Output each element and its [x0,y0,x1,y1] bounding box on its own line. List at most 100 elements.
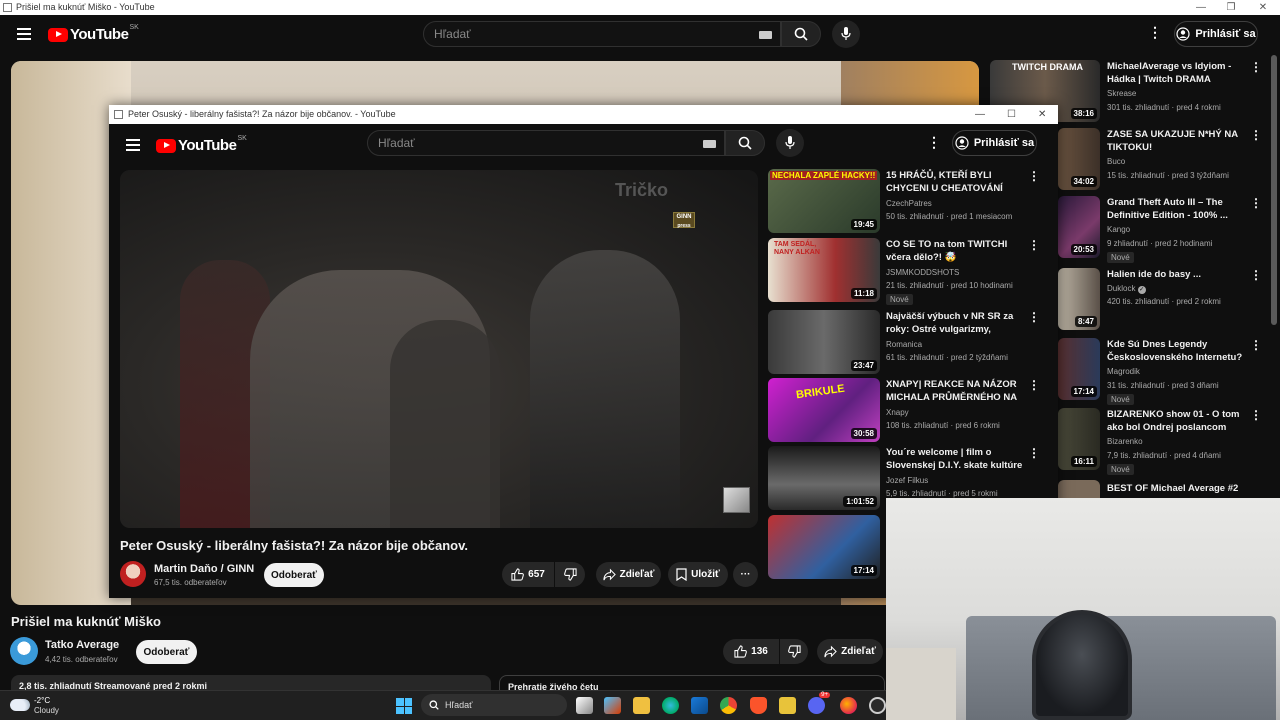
outer-rec-item[interactable]: 34:02 ZASE SA UKAZUJE N*HÝ NA TIKTOKU! B… [1058,128,1262,190]
inner-channel-name[interactable]: Martin Daňo / GINN [154,563,254,575]
outer-rec-item[interactable]: BEST OF Michael Average #2 [1058,480,1260,498]
firefox-icon[interactable] [840,697,857,714]
rec-channel[interactable]: Duklock ✓ [1107,284,1146,294]
video-thumbnail[interactable] [1058,480,1100,498]
more-options-icon[interactable]: ⋮ [1250,60,1262,74]
minimize-icon[interactable]: — [975,105,985,124]
inner-video-player[interactable]: Tričko GINN press [120,170,758,528]
video-thumbnail[interactable]: NECHALA ZAPLÉ HACKY!! 19:45 [768,169,880,233]
live-chat-replay[interactable]: Prehratie živého četu [499,675,885,690]
rec-channel[interactable]: Bizarenko [1107,437,1143,446]
video-thumbnail[interactable]: 17:14 [768,515,880,579]
outer-like-button[interactable]: 136 [723,639,779,664]
cloud-icon[interactable] [10,699,30,711]
obs-icon[interactable] [869,697,886,714]
rec-title[interactable]: XNAPY| REAKCE NA NÁZOR MICHALA PRŮMĚRNÉH… [886,378,1026,405]
video-thumbnail[interactable]: 17:14 [1058,338,1100,400]
rec-channel[interactable]: Skrease [1107,89,1136,98]
brave-icon[interactable] [750,697,767,714]
task-view-icon[interactable] [576,697,593,714]
rec-title[interactable]: ZASE SA UKAZUJE N*HÝ NA TIKTOKU! [1107,128,1247,155]
windows-start-icon[interactable] [396,698,412,714]
inner-more-actions-button[interactable]: ··· [733,562,758,587]
outer-rec-item[interactable]: 16:11 BIZARENKO show 01 - O tom ako bol … [1058,408,1262,476]
channel-avatar[interactable] [10,637,38,665]
maximize-icon[interactable]: ☐ [1007,105,1016,124]
video-thumbnail[interactable]: 20:53 [1058,196,1100,258]
outer-subscribe-button[interactable]: Odoberať [136,640,197,664]
more-options-icon[interactable]: ⋮ [1250,268,1262,282]
outer-search-button[interactable] [781,21,821,47]
inner-subscribe-button[interactable]: Odoberať [264,563,324,587]
video-thumbnail[interactable]: 23:47 [768,310,880,374]
more-options-icon[interactable]: ⋮ [1250,338,1262,352]
more-options-icon[interactable]: ⋮ [1028,446,1040,460]
inner-search-input[interactable]: Hľadať [367,130,725,156]
rec-channel[interactable]: Kango [1107,225,1130,234]
inner-rec-item[interactable]: BRIKULE 30:58 XNAPY| REAKCE NA NÁZOR MIC… [768,378,1048,442]
inner-signin-button[interactable]: Prihlásiť sa [952,130,1037,156]
weather-desc[interactable]: Cloudy [34,706,59,715]
menu-icon[interactable] [126,136,140,154]
outer-rec-item[interactable]: 17:14 Kde Sú Dnes Legendy Československé… [1058,338,1262,405]
more-options-icon[interactable]: ⋮ [1250,196,1262,210]
keyboard-icon[interactable] [703,140,716,148]
inner-save-button[interactable]: Uložiť [668,562,728,587]
outer-search-input[interactable]: Hľadať [423,21,781,47]
menu-icon[interactable] [17,25,31,43]
outer-scrollbar[interactable] [1271,55,1277,325]
close-icon[interactable]: ✕ [1248,0,1278,15]
video-thumbnail[interactable]: 1:01:52 [768,446,880,510]
inner-rec-item[interactable]: TAM SEDÁL, NANY ALKAN 11:18 CO SE TO na … [768,238,1048,306]
more-options-icon[interactable]: ⋮ [1028,238,1040,252]
rec-channel[interactable]: Magrodik [1107,367,1140,376]
rec-title[interactable]: Najväčší výbuch v NR SR za roky: Ostré v… [886,310,1026,337]
more-options-icon[interactable]: ⋮ [1028,378,1040,392]
rec-channel[interactable]: Jozef Filkus [886,476,928,485]
rec-title[interactable]: 15 HRÁČŮ, KTEŘÍ BYLI CHYCENI U CHEATOVÁN… [886,169,1026,196]
inner-rec-item[interactable]: 23:47 Najväčší výbuch v NR SR za roky: O… [768,310,1048,374]
more-options-icon[interactable]: ⋮ [1148,24,1162,41]
outer-description-box[interactable]: 2,8 tis. zhliadnutí Streamované pred 2 r… [11,675,491,690]
rec-title[interactable]: Grand Theft Auto III – The Definitive Ed… [1107,196,1247,223]
rec-title[interactable]: CO SE TO na tom TWITCHI včera dělo?! 🤯 [886,238,1026,265]
taskbar-search[interactable]: Hľadať [421,694,567,716]
minimize-icon[interactable]: — [1186,0,1216,15]
outer-signin-button[interactable]: Prihlásiť sa [1174,21,1258,47]
youtube-logo[interactable]: YouTube SK [156,135,247,154]
rec-title[interactable]: BEST OF Michael Average #2 [1107,482,1257,496]
channel-avatar[interactable] [120,561,146,587]
rec-title[interactable]: You´re welcome | film o Slovenskej D.I.Y… [886,446,1026,473]
video-thumbnail[interactable]: 16:11 [1058,408,1100,470]
rec-channel[interactable]: Buco [1107,157,1125,166]
inner-dislike-button[interactable] [555,562,585,587]
more-options-icon[interactable]: ⋮ [927,134,941,151]
voice-search-button[interactable] [832,20,860,48]
more-options-icon[interactable]: ⋮ [1028,169,1040,183]
youtube-logo[interactable]: YouTube SK [48,24,139,43]
close-icon[interactable]: ✕ [1038,105,1046,124]
more-options-icon[interactable]: ⋮ [1028,310,1040,324]
outer-rec-item[interactable]: 8:47 Halien ide do basy ... Duklock ✓ 42… [1058,268,1262,330]
more-options-icon[interactable]: ⋮ [1250,128,1262,142]
rec-title[interactable]: MichaelAverage vs Idyiom - Hádka | Twitc… [1107,60,1242,87]
rec-channel[interactable]: JSMMKODDSHOTS [886,268,959,277]
rec-channel[interactable]: Romanica [886,340,922,349]
edge-icon[interactable] [662,697,679,714]
inner-search-button[interactable] [725,130,765,156]
outer-dislike-button[interactable] [780,639,808,664]
discord-icon[interactable]: 9+ [808,692,830,714]
chrome-icon[interactable] [720,697,737,714]
weather-temp[interactable]: -2°C [34,696,50,705]
video-thumbnail[interactable]: TAM SEDÁL, NANY ALKAN 11:18 [768,238,880,302]
file-explorer-icon[interactable] [633,697,650,714]
video-thumbnail[interactable]: 8:47 [1058,268,1100,330]
notepad-icon[interactable] [779,697,796,714]
microsoft-store-icon[interactable] [604,697,621,714]
rec-channel[interactable]: CzechPatres [886,199,932,208]
video-thumbnail[interactable]: BRIKULE 30:58 [768,378,880,442]
more-options-icon[interactable]: ⋮ [1250,408,1262,422]
rec-title[interactable]: Kde Sú Dnes Legendy Československého Int… [1107,338,1247,365]
rec-title[interactable]: BIZARENKO show 01 - O tom ako bol Ondrej… [1107,408,1247,435]
inner-share-button[interactable]: Zdieľať [596,562,661,587]
